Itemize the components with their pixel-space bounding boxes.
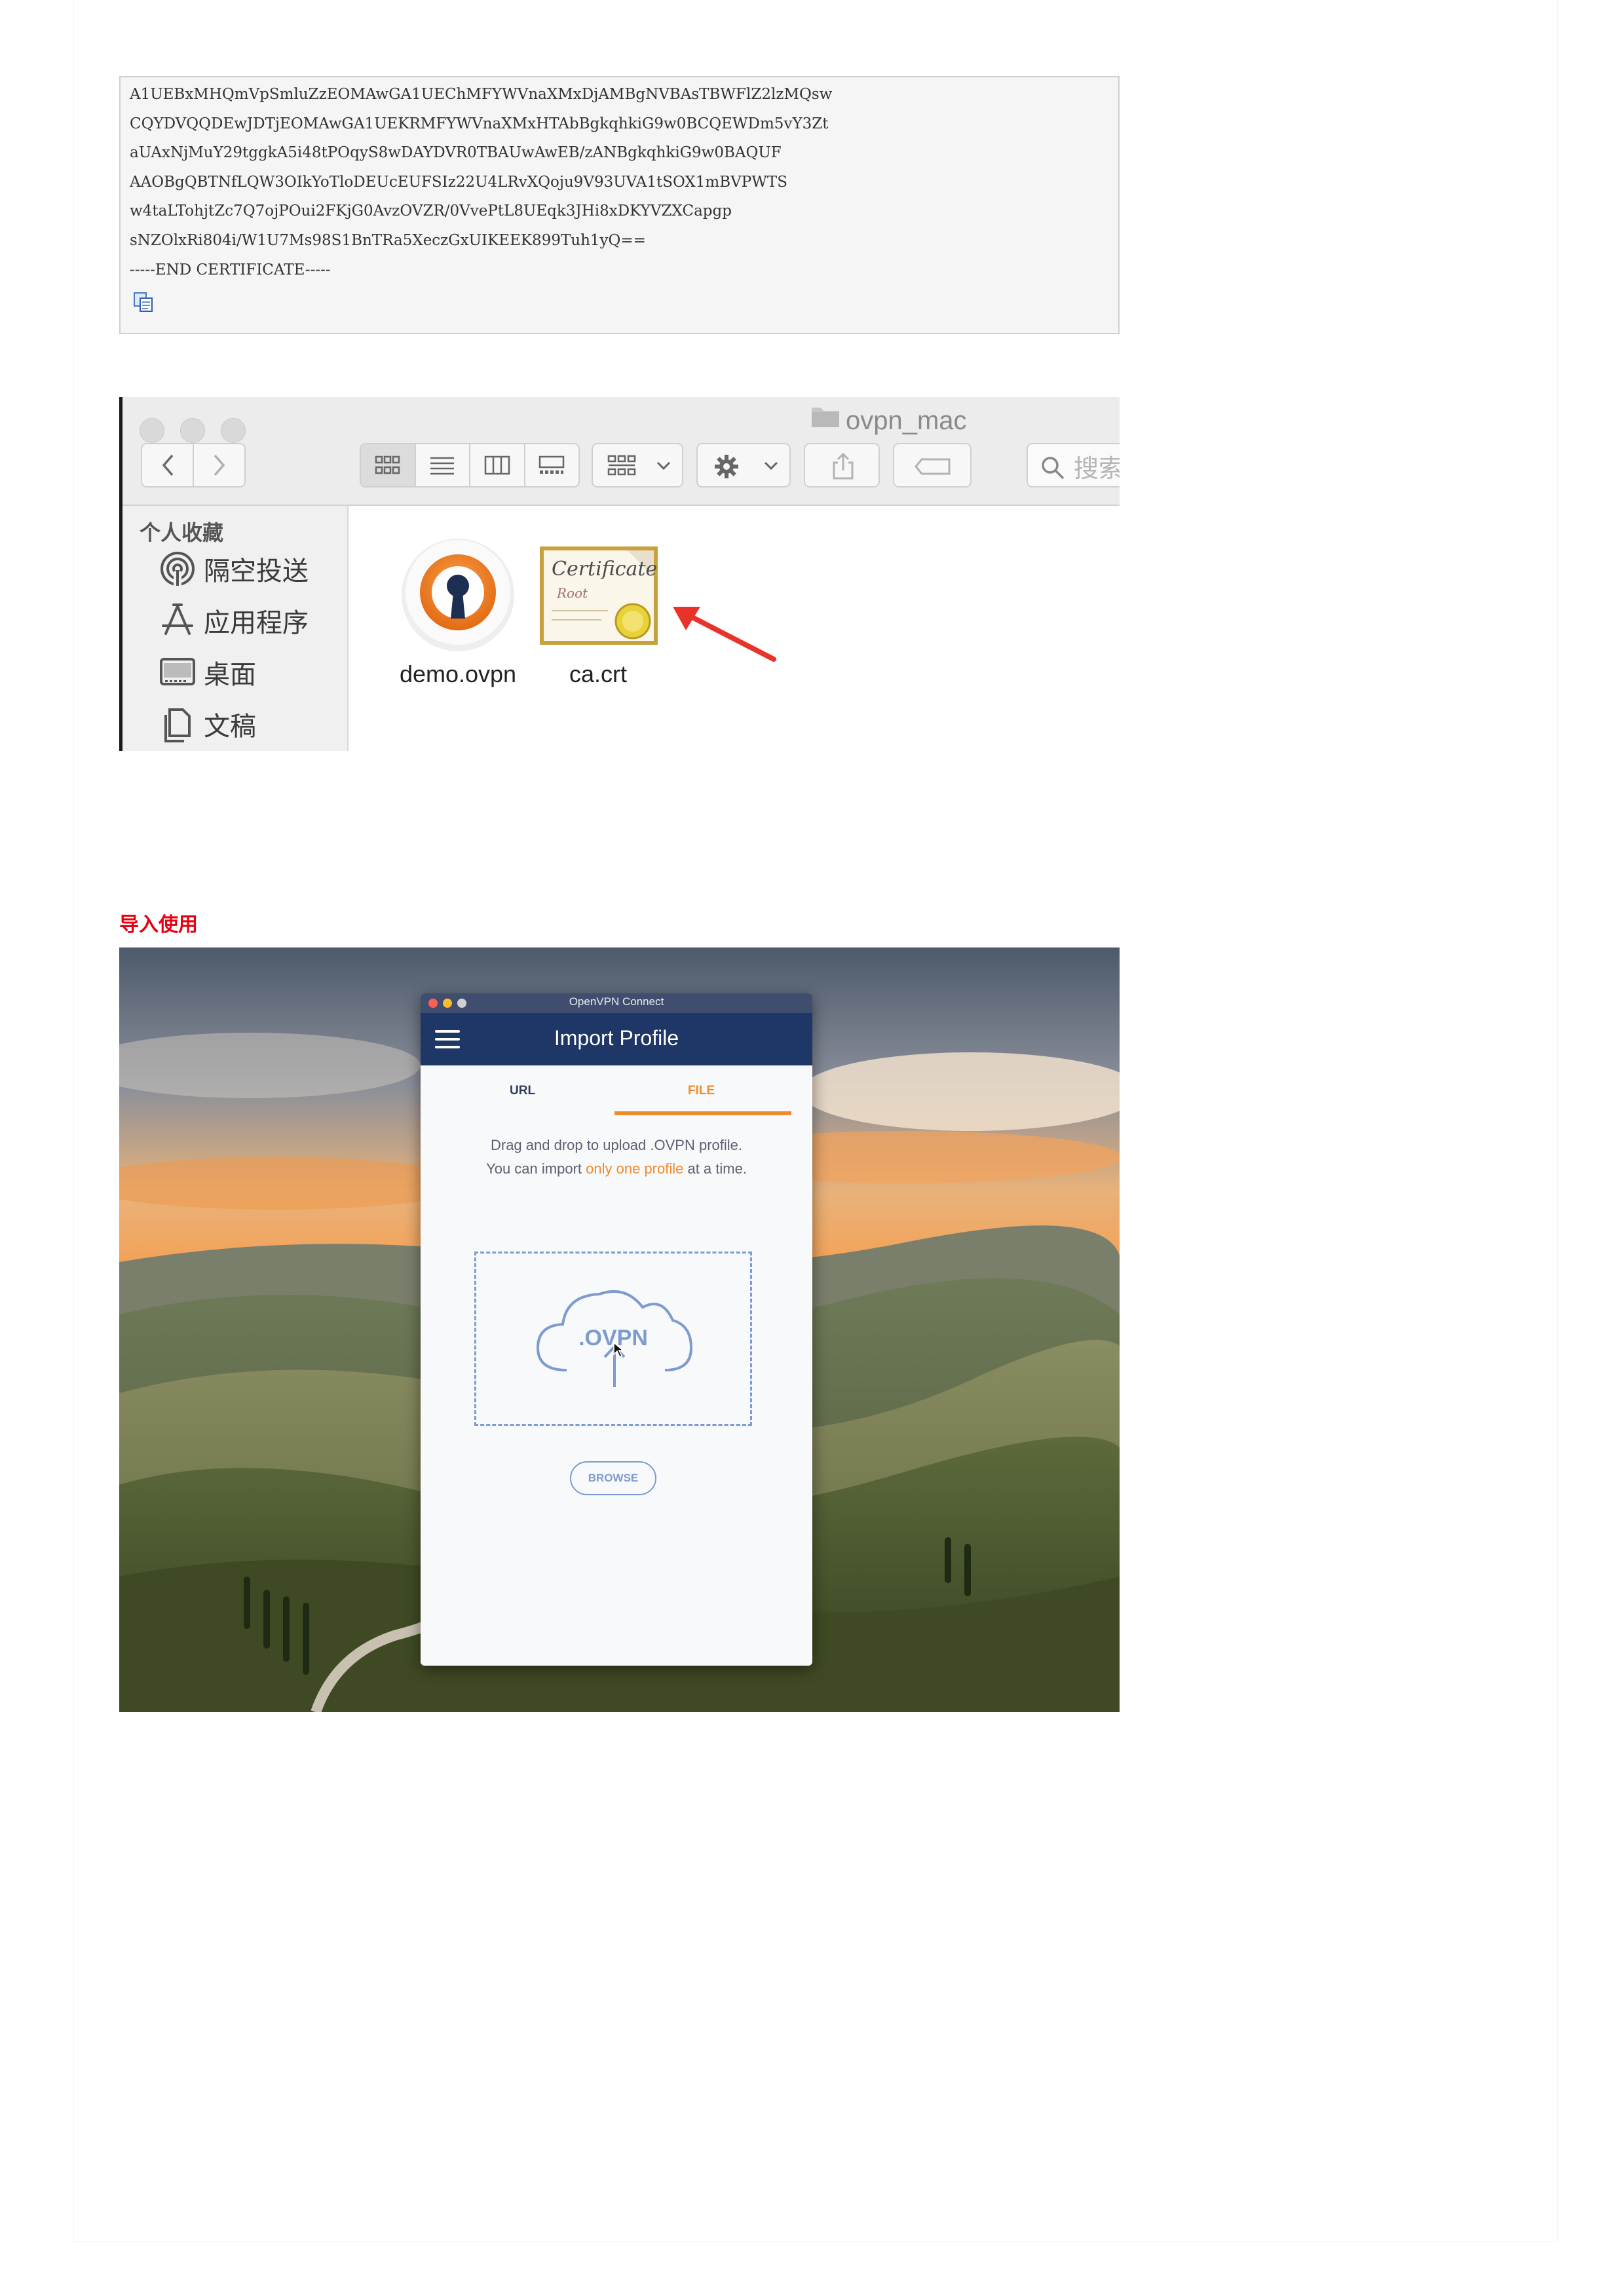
instructions-highlight: only one profile [586,1160,684,1177]
code-line: -----END CERTIFICATE----- [130,261,331,278]
copy-icon[interactable] [132,292,155,313]
svg-text:Certificate: Certificate [552,558,657,581]
share-button[interactable] [804,443,880,488]
openvpn-titlebar: OpenVPN Connect [421,993,812,1013]
sidebar-item-airdrop[interactable]: 隔空投送 [159,549,309,588]
zoom-window-button[interactable] [221,418,246,443]
close-window-button[interactable] [140,418,164,443]
sidebar-item-label: 应用程序 [204,608,309,638]
icon-view-button[interactable] [361,444,416,486]
sidebar-item-label: 桌面 [204,660,256,690]
airdrop-icon [161,552,195,586]
folder-icon [812,408,839,427]
chevron-left-icon [162,454,173,476]
documents-icon [164,708,191,742]
code-line: w4taLTohjtZc7Q7ojPOui2FKjG0AvzOVZR/0VveP… [130,202,732,220]
code-line: sNZOlxRi804i/W1U7Ms98S1BnTRa5XeczGxUIKEE… [130,231,646,249]
sidebar-item-label: 隔空投送 [204,556,309,586]
openvpn-screenshot: OpenVPN Connect Import Profile URL FILE … [119,947,1120,1712]
grid-icon [375,455,400,474]
tab-file[interactable]: FILE [688,1084,715,1098]
file-drop-zone[interactable]: .OVPN [474,1252,752,1426]
back-button[interactable] [142,444,194,486]
tag-button[interactable] [893,443,972,488]
import-tabs: URL FILE [421,1065,812,1118]
column-view-button[interactable] [470,444,525,486]
svg-text:Root: Root [556,585,588,601]
search-placeholder: 搜索 [1074,454,1120,483]
chevron-right-icon [214,454,225,476]
file-demo-ovpn[interactable]: demo.ovpn [392,535,523,688]
window-title: ovpn_mac [846,406,967,435]
active-tab-indicator [614,1111,791,1115]
finder-sidebar: 个人收藏 隔空投送 应用程序 桌面 文稿 [123,506,349,751]
search-icon [1042,457,1065,480]
code-line: A1UEBxMHQmVpSmluZzEOMAwGA1UEChMFYWVnaXMx… [130,86,833,103]
file-name: ca.crt [569,660,627,687]
back-forward-control [141,443,246,488]
list-view-button[interactable] [416,444,470,486]
sidebar-item-applications[interactable]: 应用程序 [159,601,309,640]
tab-url[interactable]: URL [510,1084,535,1098]
tag-icon [915,458,951,475]
instructions-text: at a time. [683,1160,747,1177]
gallery-icon [539,455,565,474]
applications-icon [162,603,193,635]
chevron-down-icon [764,461,778,470]
minimize-window-button[interactable] [180,418,205,443]
code-line: aUAxNjMuY29tggkA5i48tPOqyS8wDAYDVR0TBAUw… [130,144,782,162]
gear-icon [715,455,738,478]
columns-icon [484,455,510,475]
share-icon [833,452,854,480]
instructions-line-2: You can import only one profile at a tim… [421,1157,812,1181]
view-mode-control [360,443,580,488]
certificate-icon: Certificate Root [540,546,658,645]
red-arrow-annotation [673,607,776,662]
file-ca-crt[interactable]: Certificate Root ca.crt [533,535,664,688]
openvpn-connect-window: OpenVPN Connect Import Profile URL FILE … [421,993,812,1666]
mouse-cursor-icon [613,1341,624,1358]
gallery-view-button[interactable] [525,444,579,486]
code-lines: A1UEBxMHQmVpSmluZzEOMAwGA1UEChMFYWVnaXMx… [130,80,832,284]
openvpn-file-icon [402,539,514,651]
certificate-code-block: A1UEBxMHQmVpSmluZzEOMAwGA1UEChMFYWVnaXMx… [119,76,1120,334]
openvpn-window-title: OpenVPN Connect [569,995,664,1008]
desktop-icon [160,658,195,685]
sidebar-item-documents[interactable]: 文稿 [159,704,256,744]
chevron-down-icon [656,461,671,470]
sidebar-item-desktop[interactable]: 桌面 [159,653,256,692]
forward-button[interactable] [194,444,244,486]
list-icon [430,457,455,475]
action-menu-button[interactable] [696,443,791,488]
group-by-button[interactable] [592,443,683,488]
page-title: Import Profile [554,1026,679,1050]
favorites-heading: 个人收藏 [140,520,224,545]
openvpn-header: Import Profile [421,1013,812,1065]
file-name: demo.ovpn [399,660,517,687]
code-line: CQYDVQQDEwJDTjEOMAwGA1UEKRMFYWVnaXMxHTAb… [130,115,829,132]
browse-button[interactable]: BROWSE [570,1461,656,1495]
instructions-text: You can import [486,1160,586,1177]
import-instructions: Drag and drop to upload .OVPN profile. Y… [421,1134,812,1181]
finder-window: ovpn_mac 搜索 个人收藏 隔空投送 应用程序 桌面 文稿 demo.ov… [119,397,1120,751]
search-field[interactable]: 搜索 [1027,443,1120,488]
section-heading: 导入使用 [119,913,198,936]
finder-toolbar: ovpn_mac 搜索 [123,397,1120,506]
instructions-line-1: Drag and drop to upload .OVPN profile. [490,1137,742,1153]
group-icon [607,455,636,476]
sidebar-item-label: 文稿 [204,712,256,742]
code-line: AAOBgQBTNfLQW3OIkYoTloDEUcEUFSIz22U4LRvX… [130,173,787,191]
